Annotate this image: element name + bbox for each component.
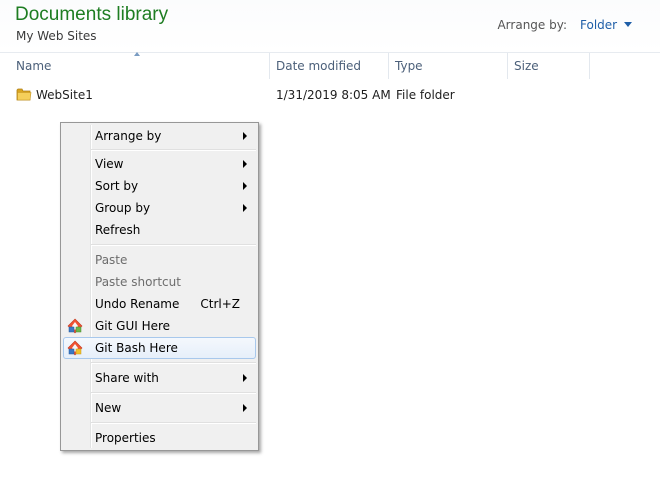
menu-item-label: Share with — [95, 371, 159, 385]
menu-item-shortcut: Ctrl+Z — [200, 297, 240, 311]
arrange-by-label: Arrange by: — [497, 18, 567, 32]
dropdown-arrow-icon — [624, 22, 633, 27]
column-header-size[interactable]: Size — [508, 53, 590, 79]
menu-item-share-with[interactable]: Share with — [63, 367, 256, 389]
column-header-type[interactable]: Type — [389, 53, 508, 79]
folder-icon — [16, 88, 32, 101]
file-date-modified: 1/31/2019 8:05 AM — [276, 88, 391, 102]
menu-item-label: Undo Rename — [95, 297, 180, 311]
submenu-arrow-icon — [243, 160, 247, 168]
submenu-arrow-icon — [243, 404, 247, 412]
menu-item-label: Arrange by — [95, 129, 162, 143]
menu-separator — [91, 244, 256, 246]
file-name: WebSite1 — [36, 88, 93, 102]
menu-item-label: Git Bash Here — [95, 341, 178, 355]
submenu-arrow-icon — [243, 182, 247, 190]
menu-item-paste: Paste — [63, 249, 256, 271]
submenu-arrow-icon — [243, 132, 247, 140]
menu-item-undo-rename[interactable]: Undo Rename Ctrl+Z — [63, 293, 256, 315]
library-title: Documents library — [15, 4, 169, 25]
menu-separator — [91, 149, 256, 151]
arrange-by-value: Folder — [580, 18, 618, 32]
menu-separator — [91, 422, 256, 424]
file-row[interactable]: WebSite1 1/31/2019 8:05 AM File folder — [0, 84, 660, 106]
file-type: File folder — [396, 88, 455, 102]
menu-item-properties[interactable]: Properties — [63, 427, 256, 449]
menu-item-new[interactable]: New — [63, 397, 256, 419]
menu-item-sort-by[interactable]: Sort by — [63, 175, 256, 197]
library-location: My Web Sites — [16, 29, 97, 43]
menu-item-label: Paste — [95, 253, 128, 267]
menu-item-view[interactable]: View — [63, 153, 256, 175]
menu-item-group-by[interactable]: Group by — [63, 197, 256, 219]
menu-item-label: Sort by — [95, 179, 139, 193]
menu-item-git-gui-here[interactable]: Git GUI Here — [63, 315, 256, 337]
menu-item-label: New — [95, 401, 122, 415]
menu-separator — [91, 362, 256, 364]
menu-item-label: Refresh — [95, 223, 141, 237]
column-header-date-modified[interactable]: Date modified — [270, 53, 389, 79]
menu-item-arrange-by[interactable]: Arrange by — [63, 125, 256, 147]
submenu-arrow-icon — [243, 204, 247, 212]
menu-separator — [91, 392, 256, 394]
git-bash-icon — [67, 340, 83, 356]
menu-item-label: Git GUI Here — [95, 319, 171, 333]
library-header: Documents library My Web Sites Arrange b… — [0, 0, 660, 52]
menu-item-refresh[interactable]: Refresh — [63, 219, 256, 241]
menu-item-git-bash-here[interactable]: Git Bash Here — [63, 337, 256, 359]
menu-item-label: Group by — [95, 201, 151, 215]
git-gui-icon — [67, 318, 83, 334]
menu-item-label: Properties — [95, 431, 156, 445]
menu-item-label: Paste shortcut — [95, 275, 181, 289]
menu-item-paste-shortcut: Paste shortcut — [63, 271, 256, 293]
column-header-name[interactable]: Name — [10, 53, 270, 79]
submenu-arrow-icon — [243, 374, 247, 382]
menu-item-label: View — [95, 157, 124, 171]
column-header-row: Name Date modified Type Size — [0, 52, 660, 79]
arrange-by-dropdown[interactable]: Folder — [580, 16, 633, 34]
context-menu: Arrange by View Sort by Group by Refresh… — [60, 122, 259, 451]
